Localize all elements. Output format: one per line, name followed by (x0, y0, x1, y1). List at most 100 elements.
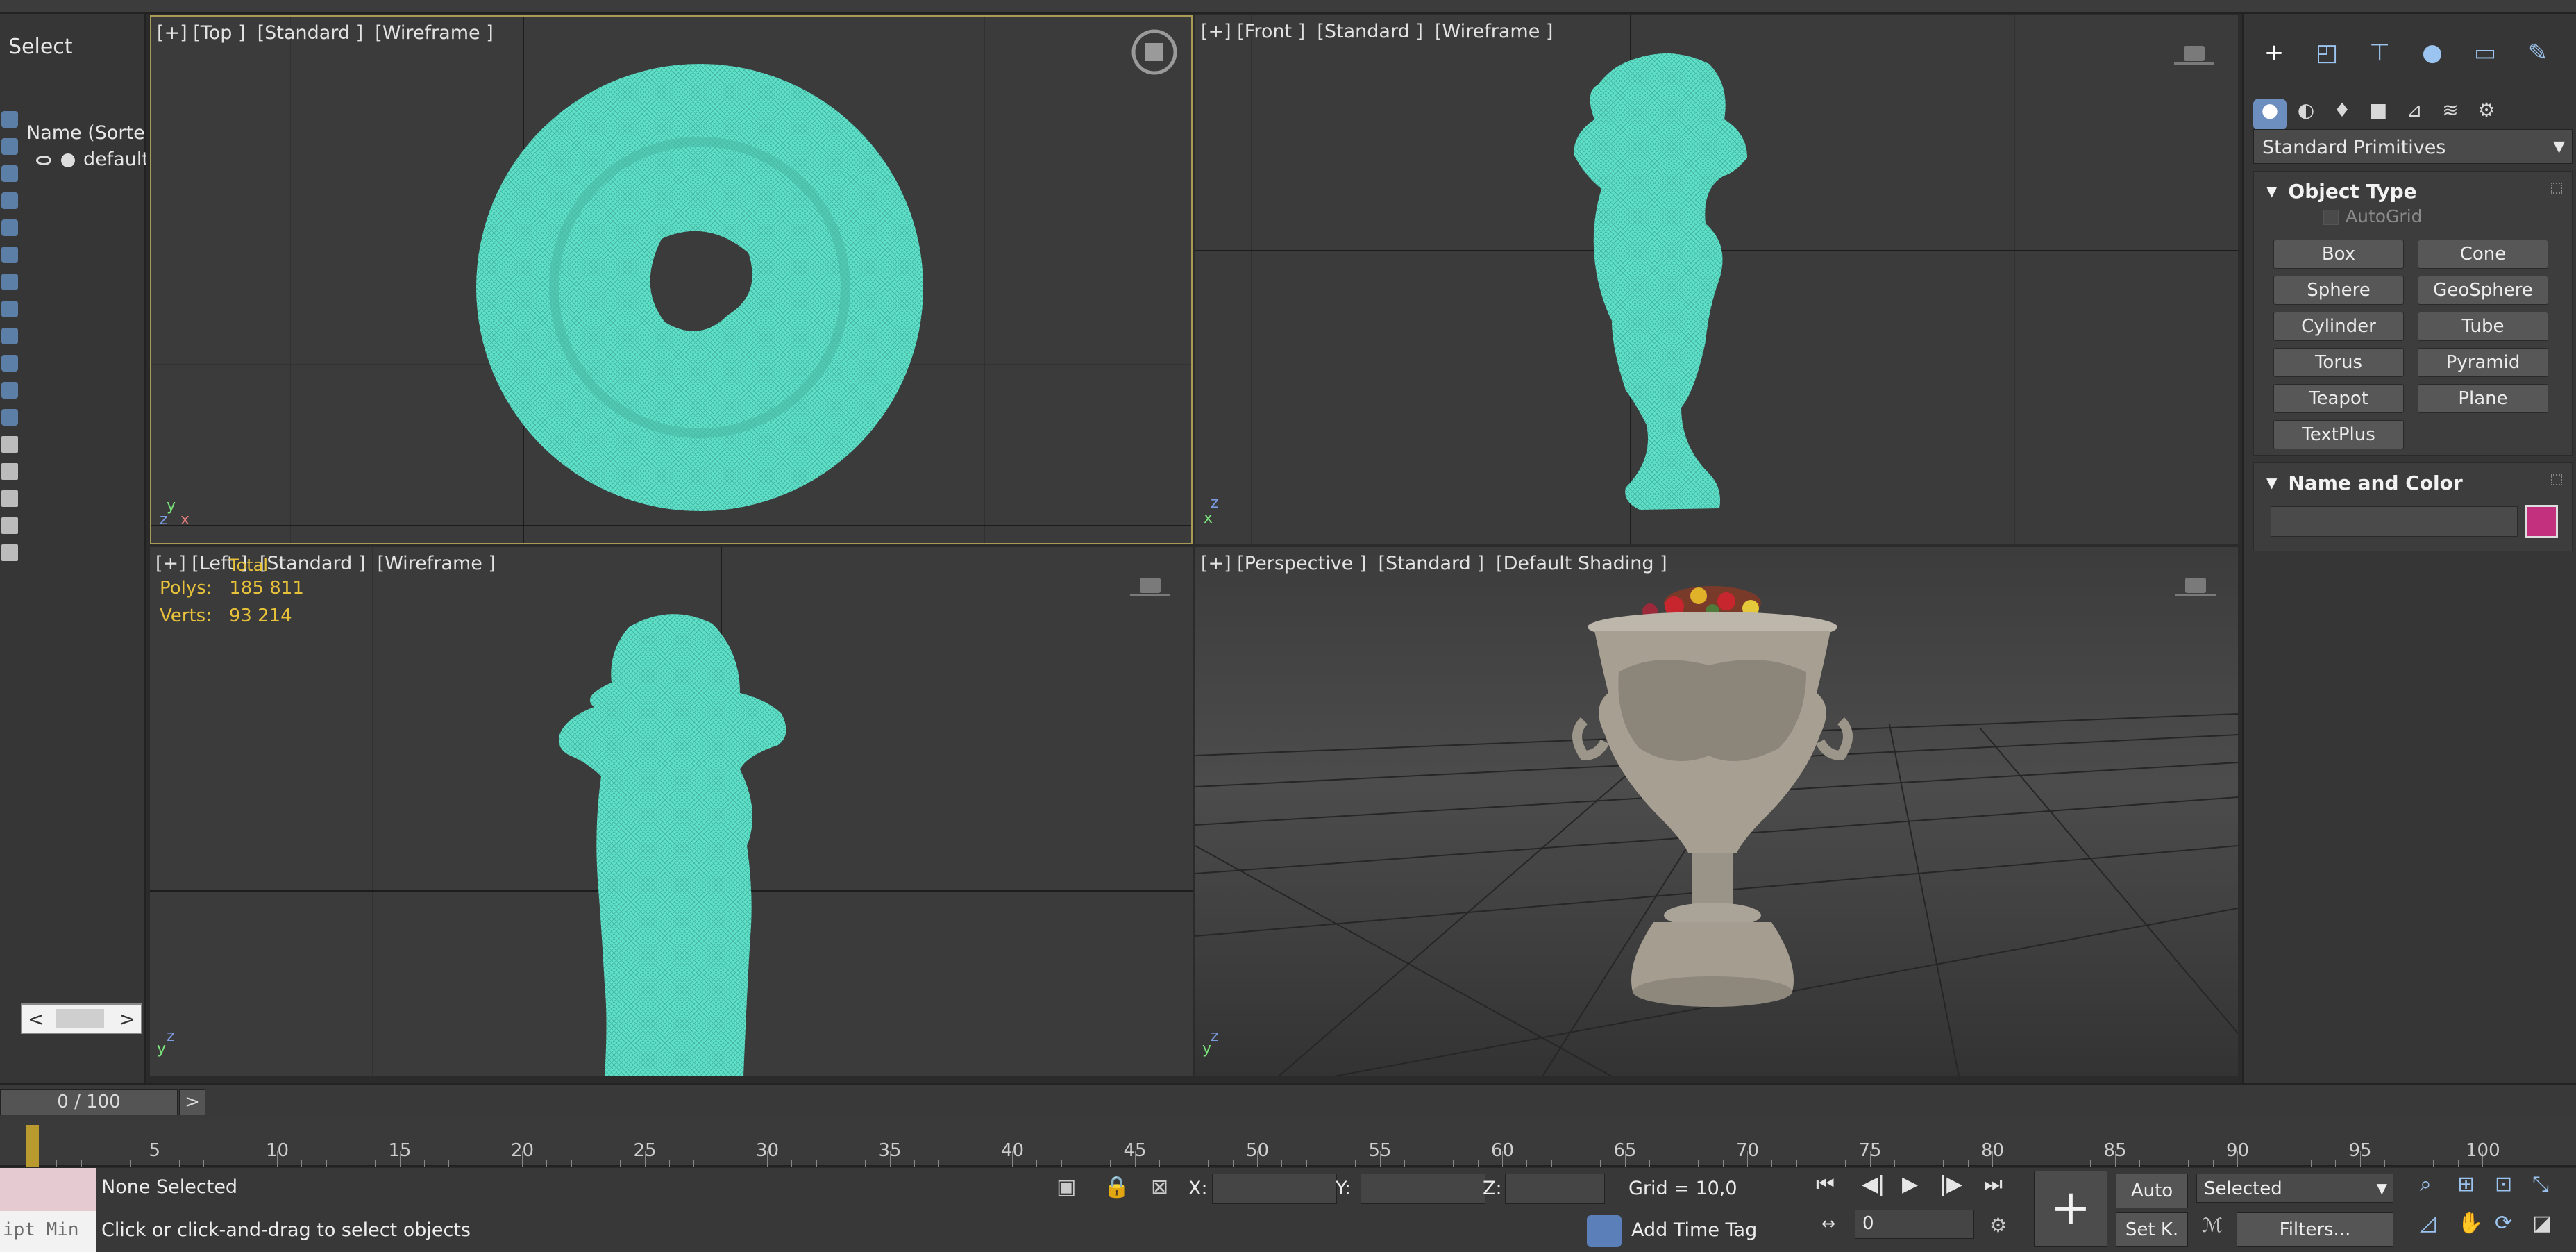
rollout-title[interactable]: Name and Color (2266, 471, 2462, 494)
pan-view-icon[interactable]: ✋ (2457, 1211, 2483, 1235)
listener-output[interactable] (0, 1168, 96, 1211)
viewport-perspective[interactable]: [+] [Perspective ] [Standard ] [Default … (1195, 547, 2238, 1076)
display-none-icon[interactable] (1, 463, 18, 480)
find-icon[interactable] (1, 517, 18, 534)
lights-filter-icon[interactable] (1, 165, 18, 182)
box-button[interactable]: Box (2273, 240, 2404, 269)
maxscript-listener[interactable]: ipt Min (0, 1168, 96, 1252)
filter-icon[interactable] (1, 544, 18, 561)
viewport-label[interactable]: [+] [Front ] [Standard ] [Wireframe ] (1201, 21, 1553, 42)
bones-filter-icon[interactable] (1, 328, 18, 344)
rollout-title[interactable]: Object Type (2266, 180, 2416, 203)
helpers-filter-icon[interactable] (1, 219, 18, 236)
object-color-swatch[interactable] (2525, 505, 2558, 538)
set-key-big-button[interactable]: + (2034, 1171, 2107, 1247)
cone-button[interactable]: Cone (2418, 240, 2548, 269)
cameras-filter-icon[interactable] (1, 192, 18, 209)
explorer-scrollbar[interactable]: < > (21, 1003, 142, 1034)
camera-icon[interactable] (2174, 46, 2214, 67)
lights-icon[interactable]: ♦ (2325, 99, 2359, 131)
go-to-start-icon[interactable]: ⏮ (1816, 1172, 1835, 1196)
geometry-icon[interactable]: ● (2253, 99, 2287, 131)
current-frame-field[interactable]: 0 (1855, 1210, 1974, 1239)
hidden-filter-icon[interactable] (1, 409, 18, 426)
isolate-selection-icon[interactable]: ▣ (1057, 1175, 1076, 1199)
rollout-grip-icon[interactable] (2551, 183, 2562, 194)
zoom-icon[interactable]: ⌕ (2420, 1172, 2432, 1196)
rollout-grip-icon[interactable] (2551, 474, 2562, 485)
default-in-out-tangents-icon[interactable]: ℳ (2202, 1214, 2223, 1237)
go-to-end-icon[interactable]: ⏭ (1984, 1172, 2003, 1196)
tube-button[interactable]: Tube (2418, 312, 2548, 341)
modify-icon[interactable]: ◰ (2306, 39, 2348, 74)
xrefs-filter-icon[interactable] (1, 301, 18, 317)
list-item[interactable]: default (36, 149, 146, 170)
category-dropdown[interactable]: Standard Primitives ▼ (2253, 129, 2573, 164)
checkbox-icon[interactable] (2323, 210, 2339, 225)
display-all-icon[interactable] (1, 436, 18, 453)
current-frame-marker[interactable] (26, 1125, 39, 1167)
eye-icon[interactable] (36, 155, 51, 165)
hierarchy-icon[interactable]: ⊤ (2359, 39, 2400, 74)
previous-frame-icon[interactable]: ◀| (1862, 1172, 1885, 1196)
shapes-filter-icon[interactable] (1, 138, 18, 155)
z-coordinate-field[interactable] (1505, 1174, 1605, 1204)
name-column-header[interactable]: Name (Sorted (26, 122, 146, 144)
key-filter-dropdown[interactable]: Selected ▼ (2196, 1174, 2393, 1203)
viewport-top[interactable]: [+] [Top ] [Standard ] [Wireframe ] y z … (150, 15, 1193, 544)
time-tag-icon[interactable] (1587, 1215, 1622, 1247)
shapes-icon[interactable]: ◐ (2289, 99, 2323, 131)
autogrid-checkbox[interactable]: AutoGrid (2323, 206, 2423, 226)
torus-button[interactable]: Torus (2273, 348, 2404, 377)
containers-filter-icon[interactable] (1, 355, 18, 372)
frame-ruler[interactable]: 0510152025303540455055606570758085909510… (0, 1118, 2576, 1167)
frozen-filter-icon[interactable] (1, 382, 18, 399)
next-frame-button[interactable]: > (179, 1089, 205, 1115)
add-time-tag-button[interactable]: Add Time Tag (1631, 1219, 1757, 1241)
utilities-icon[interactable]: ✎ (2517, 39, 2559, 74)
scroll-right-icon[interactable]: > (119, 1008, 135, 1030)
set-key-button[interactable]: Set K. (2116, 1212, 2188, 1247)
spacewarps-filter-icon[interactable] (1, 247, 18, 263)
pyramid-button[interactable]: Pyramid (2418, 348, 2548, 377)
selection-lock-icon[interactable]: 🔒 (1104, 1175, 1129, 1199)
absolute-mode-icon[interactable]: ⊠ (1151, 1175, 1168, 1199)
track-bar[interactable]: 0510152025303540455055606570758085909510… (0, 1118, 2576, 1167)
orbit-icon[interactable]: ⟳ (2495, 1211, 2512, 1235)
camera-icon[interactable] (2175, 578, 2216, 599)
invert-display-icon[interactable] (1, 490, 18, 507)
object-name-field[interactable] (2271, 506, 2518, 537)
teapot-button[interactable]: Teapot (2273, 384, 2404, 413)
camera-icon[interactable] (1130, 578, 1170, 599)
time-configuration-icon[interactable]: ⚙ (1989, 1214, 2007, 1237)
viewport-label[interactable]: [+] [Perspective ] [Standard ] [Default … (1201, 553, 1667, 574)
viewport-label[interactable]: [+] [Top ] [Standard ] [Wireframe ] (157, 22, 494, 44)
cameras-icon[interactable]: ■ (2362, 99, 2395, 131)
auto-key-button[interactable]: Auto (2116, 1174, 2188, 1208)
geosphere-button[interactable]: GeoSphere (2418, 276, 2548, 305)
viewcube-icon[interactable] (1130, 28, 1179, 76)
groups-filter-icon[interactable] (1, 274, 18, 290)
zoom-extents-icon[interactable]: ⊡ (2495, 1172, 2512, 1196)
systems-icon[interactable]: ⚙ (2470, 99, 2503, 131)
viewport-front[interactable]: [+] [Front ] [Standard ] [Wireframe ] z … (1195, 15, 2238, 544)
scroll-thumb[interactable] (56, 1009, 104, 1028)
zoom-all-icon[interactable]: ⊞ (2457, 1172, 2475, 1196)
play-icon[interactable]: ▶ (1902, 1172, 1918, 1196)
viewport-left[interactable]: [+] [Left ] [Standard ] [Wireframe ] Tot… (150, 547, 1193, 1076)
frame-indicator[interactable]: 0 / 100 (0, 1089, 178, 1115)
field-of-view-icon[interactable]: ◿ (2420, 1211, 2436, 1235)
x-coordinate-field[interactable] (1212, 1174, 1337, 1204)
next-frame-icon[interactable]: |▶ (1939, 1172, 1962, 1196)
zoom-extents-all-icon[interactable]: ⤡ (2532, 1172, 2549, 1196)
spacewarps-icon[interactable]: ≋ (2434, 99, 2467, 131)
geometry-filter-icon[interactable] (1, 111, 18, 128)
select-menu-label[interactable]: Select (8, 35, 73, 59)
filters-button[interactable]: Filters... (2237, 1212, 2393, 1247)
key-mode-toggle-icon[interactable]: ↔ (1821, 1214, 1835, 1233)
create-icon[interactable]: + (2253, 39, 2295, 74)
cylinder-button[interactable]: Cylinder (2273, 312, 2404, 341)
display-icon[interactable]: ▭ (2464, 39, 2506, 74)
y-coordinate-field[interactable] (1361, 1174, 1485, 1204)
listener-input[interactable]: ipt Min (0, 1211, 96, 1252)
